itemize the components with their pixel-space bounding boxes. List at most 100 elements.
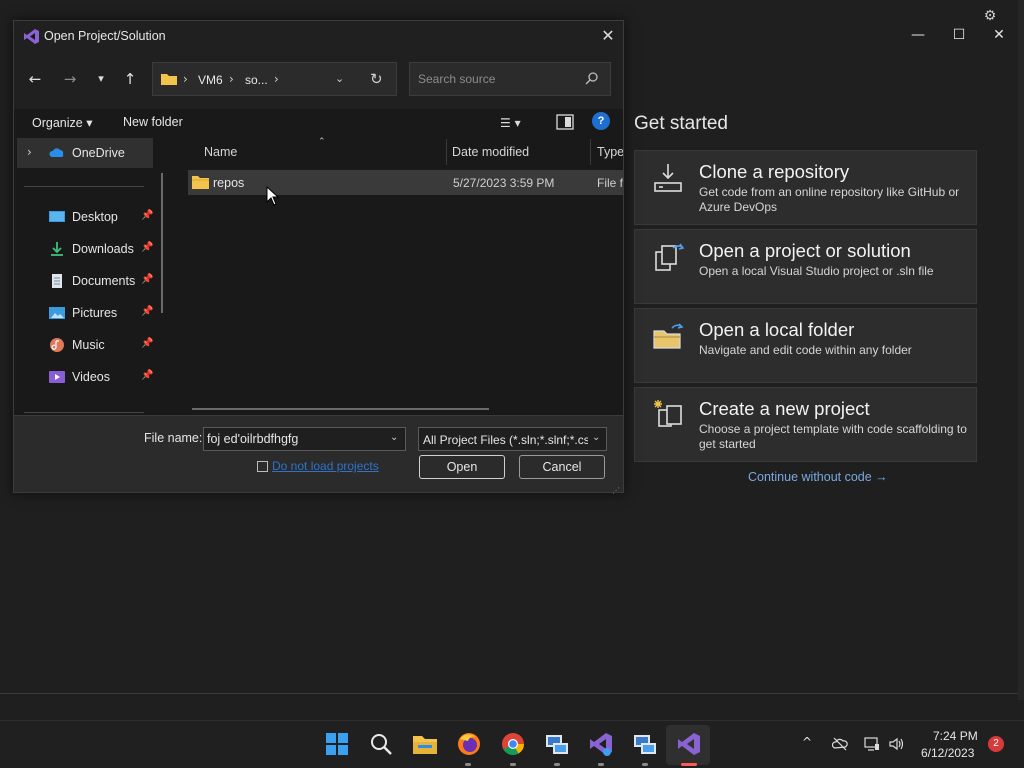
open-button[interactable]: Open bbox=[419, 455, 505, 479]
create-new-project-card[interactable]: Create a new project Choose a project te… bbox=[634, 387, 977, 462]
chevron-down-icon[interactable]: ⌄ bbox=[592, 432, 600, 443]
address-bar[interactable]: › VM6 › so... › ⌄ ↻ bbox=[152, 62, 397, 96]
open-local-folder-card[interactable]: Open a local folder Navigate and edit co… bbox=[634, 308, 977, 383]
clone-icon bbox=[654, 164, 682, 192]
minimize-icon[interactable]: — bbox=[907, 24, 929, 46]
search-icon[interactable] bbox=[585, 71, 599, 85]
running-indicator bbox=[598, 763, 604, 766]
music-icon bbox=[50, 338, 64, 352]
organize-button[interactable]: Organize ▾ bbox=[32, 115, 92, 130]
open-project-icon bbox=[655, 243, 685, 271]
windows-start-icon[interactable] bbox=[324, 731, 350, 757]
chrome-icon[interactable] bbox=[500, 731, 526, 757]
nav-item-label: Videos bbox=[72, 370, 110, 384]
column-header-date-modified[interactable]: Date modified bbox=[452, 145, 529, 159]
command-bar: Organize ▾ New folder ☰ ▾ ? bbox=[14, 109, 623, 137]
clock-date[interactable]: 6/12/2023 bbox=[921, 746, 974, 760]
do-not-load-projects-label[interactable]: Do not load projects bbox=[272, 459, 379, 473]
recent-locations-chevron-icon[interactable]: ▾ bbox=[89, 68, 113, 90]
get-started-title: Get started bbox=[634, 113, 728, 134]
column-header-name[interactable]: Name bbox=[204, 145, 237, 159]
nav-item-onedrive[interactable]: › OneDrive bbox=[17, 138, 153, 168]
close-icon[interactable]: ✕ bbox=[988, 24, 1010, 46]
settings-gear-icon[interactable]: ⚙ bbox=[982, 8, 998, 24]
file-name-input[interactable] bbox=[207, 432, 382, 446]
close-icon[interactable]: ✕ bbox=[598, 26, 618, 46]
breadcrumb-separator-icon: › bbox=[229, 72, 234, 86]
breadcrumb-segment[interactable]: so... bbox=[245, 73, 268, 87]
volume-icon[interactable] bbox=[888, 736, 904, 752]
file-type-select[interactable]: All Project Files (*.sln;*.slnf;*.csproj… bbox=[418, 427, 607, 451]
running-indicator bbox=[642, 763, 648, 766]
search-box[interactable] bbox=[409, 62, 611, 96]
nav-item-pictures[interactable]: Pictures 📌 bbox=[17, 298, 153, 328]
card-title: Clone a repository bbox=[699, 161, 850, 182]
card-title: Open a local folder bbox=[699, 319, 855, 340]
notification-badge[interactable]: 2 bbox=[988, 736, 1004, 752]
maximize-icon[interactable]: ☐ bbox=[948, 24, 970, 46]
visual-studio-icon[interactable] bbox=[676, 731, 702, 757]
firefox-icon[interactable] bbox=[456, 731, 482, 757]
card-description: Open a local Visual Studio project or .s… bbox=[699, 264, 934, 278]
nav-item-downloads[interactable]: Downloads 📌 bbox=[17, 234, 153, 264]
dialog-title: Open Project/Solution bbox=[44, 29, 166, 43]
cloud-offline-icon[interactable] bbox=[832, 736, 848, 752]
search-input[interactable] bbox=[418, 72, 578, 86]
nav-item-music[interactable]: Music 📌 bbox=[17, 330, 153, 360]
refresh-icon[interactable]: ↻ bbox=[370, 70, 383, 88]
expand-chevron-icon[interactable]: › bbox=[27, 145, 32, 159]
pictures-icon bbox=[49, 307, 65, 319]
file-name-cell: repos bbox=[213, 176, 245, 190]
sort-ascending-icon: ⌃ bbox=[318, 137, 326, 147]
column-header-type[interactable]: Type bbox=[597, 145, 623, 159]
nav-item-documents[interactable]: Documents 📌 bbox=[17, 266, 153, 296]
running-indicator bbox=[554, 763, 560, 766]
file-explorer-icon[interactable] bbox=[412, 731, 438, 757]
nav-item-label: Music bbox=[72, 338, 105, 352]
vertical-scrollbar[interactable] bbox=[161, 173, 163, 313]
card-title: Create a new project bbox=[699, 398, 870, 419]
remote-desktop-icon[interactable] bbox=[632, 731, 658, 757]
folder-icon bbox=[192, 176, 209, 189]
card-description: Navigate and edit code within any folder bbox=[699, 343, 912, 357]
preview-pane-icon[interactable] bbox=[556, 113, 574, 131]
horizontal-scrollbar[interactable] bbox=[192, 408, 489, 410]
pin-icon: 📌 bbox=[141, 306, 154, 317]
breadcrumb-separator-icon: › bbox=[183, 72, 188, 86]
card-description: Get code from an online repository like … bbox=[699, 185, 960, 214]
new-project-icon bbox=[654, 400, 682, 427]
file-name-combobox[interactable]: ⌄ bbox=[203, 427, 406, 451]
nav-item-label: Desktop bbox=[72, 210, 118, 224]
visual-studio-icon[interactable] bbox=[588, 731, 614, 757]
remote-desktop-icon[interactable] bbox=[544, 731, 570, 757]
show-hidden-icons-chevron-icon[interactable]: ^ bbox=[802, 735, 812, 749]
nav-item-label: Documents bbox=[72, 274, 136, 288]
chevron-down-icon[interactable]: ⌄ bbox=[390, 432, 398, 443]
address-dropdown-chevron-icon[interactable]: ⌄ bbox=[335, 72, 344, 85]
continue-without-code-link[interactable]: Continue without code → bbox=[748, 470, 888, 484]
breadcrumb-segment[interactable]: VM6 bbox=[198, 73, 223, 87]
network-icon[interactable] bbox=[864, 736, 880, 752]
up-arrow-icon[interactable]: ↑ bbox=[118, 68, 142, 90]
help-icon[interactable]: ? bbox=[592, 112, 610, 130]
nav-item-desktop[interactable]: Desktop 📌 bbox=[17, 202, 153, 232]
open-folder-icon bbox=[653, 323, 684, 349]
back-arrow-icon[interactable]: ← bbox=[23, 68, 47, 90]
column-separator[interactable] bbox=[446, 139, 447, 165]
dialog-titlebar[interactable]: Open Project/Solution ✕ bbox=[14, 21, 623, 51]
do-not-load-projects-checkbox[interactable] bbox=[257, 461, 268, 472]
change-view-icon[interactable]: ☰ ▾ bbox=[500, 113, 540, 133]
clock-time[interactable]: 7:24 PM bbox=[933, 729, 978, 743]
nav-item-videos[interactable]: Videos 📌 bbox=[17, 362, 153, 392]
search-icon[interactable] bbox=[368, 731, 394, 757]
forward-arrow-icon[interactable]: → bbox=[58, 68, 82, 90]
card-description: Choose a project template with code scaf… bbox=[699, 422, 967, 451]
column-separator[interactable] bbox=[590, 139, 591, 165]
table-row[interactable]: repos 5/27/2023 3:59 PM File fo bbox=[188, 170, 623, 195]
downloads-icon bbox=[51, 242, 63, 256]
clone-repository-card[interactable]: Clone a repository Get code from an onli… bbox=[634, 150, 977, 225]
open-project-card[interactable]: Open a project or solution Open a local … bbox=[634, 229, 977, 304]
resize-grip-icon[interactable]: ⋰ bbox=[612, 486, 620, 495]
new-folder-button[interactable]: New folder bbox=[123, 115, 183, 129]
cancel-button[interactable]: Cancel bbox=[519, 455, 605, 479]
